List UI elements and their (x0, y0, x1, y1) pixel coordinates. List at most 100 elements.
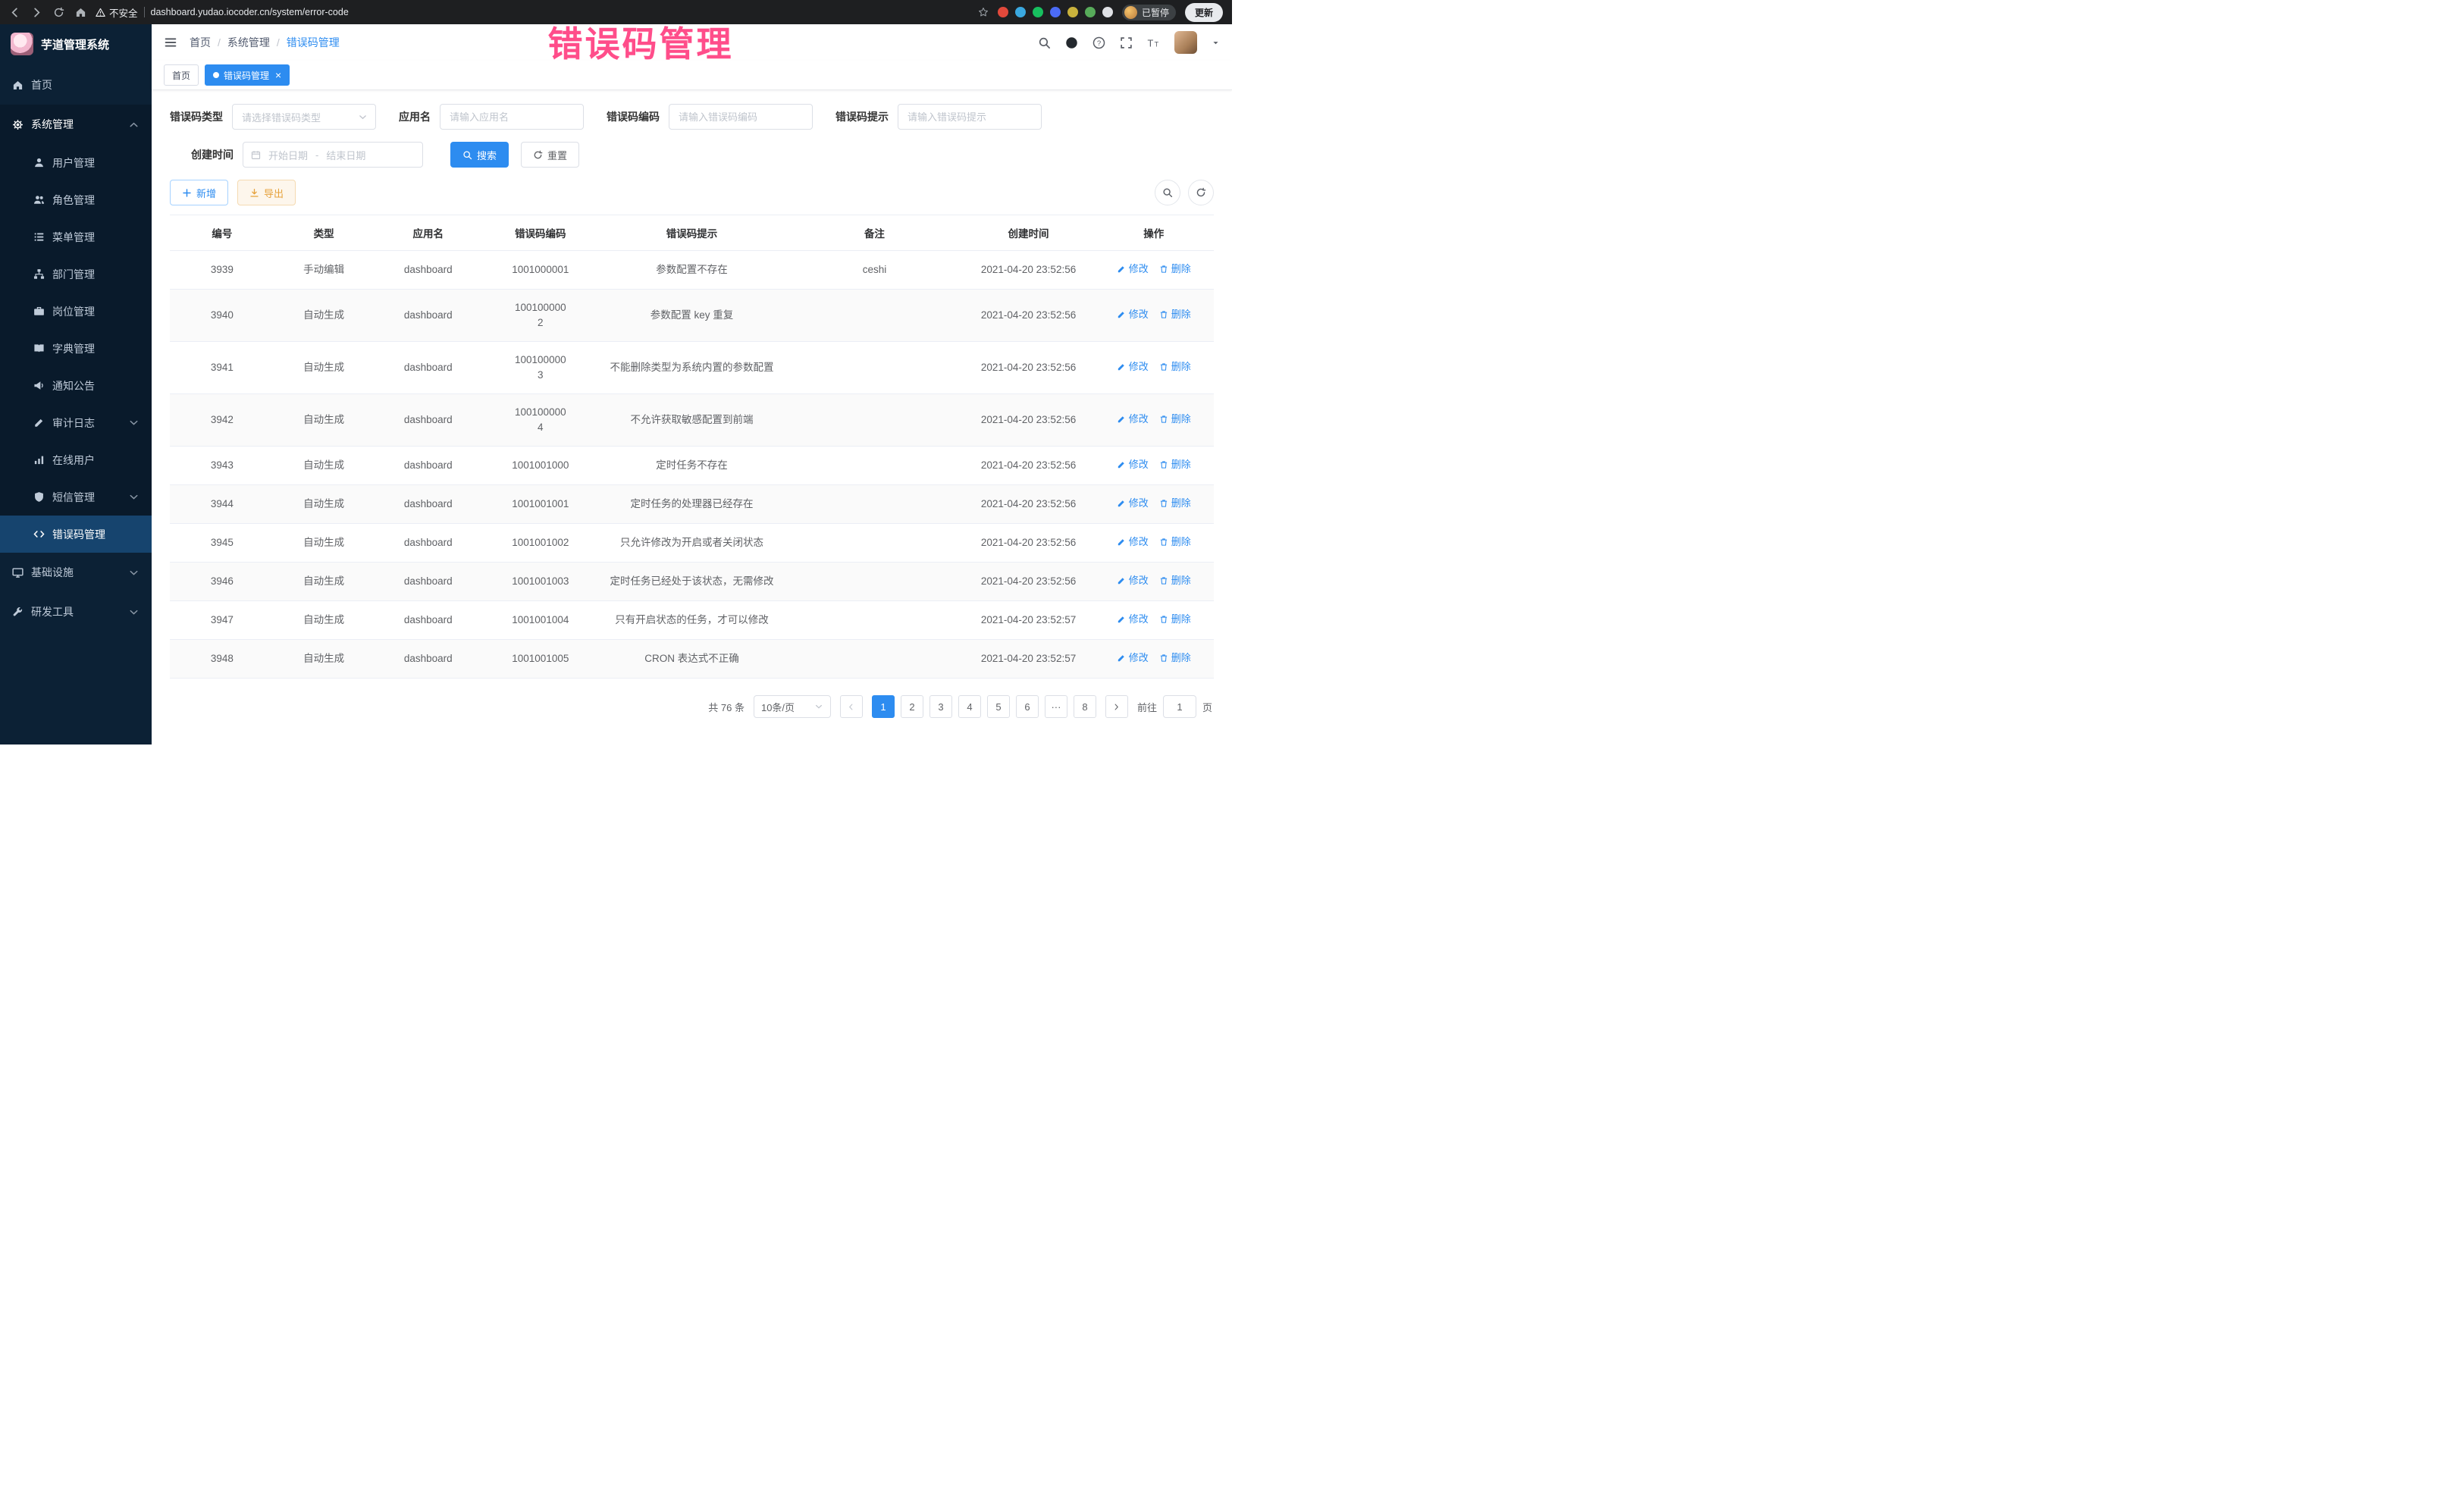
sidebar-item-home[interactable]: 首页 (0, 65, 152, 105)
delete-link[interactable]: 删除 (1159, 307, 1191, 322)
delete-link[interactable]: 删除 (1159, 534, 1191, 550)
delete-link[interactable]: 删除 (1159, 612, 1191, 627)
cell-remark (785, 447, 963, 485)
fullscreen-icon[interactable] (1120, 36, 1133, 49)
next-page-button[interactable] (1105, 695, 1128, 718)
filter-error-code: 错误码编码 (607, 104, 813, 130)
question-icon[interactable]: ? (1092, 36, 1105, 49)
sidebar-item-dept[interactable]: 部门管理 (0, 255, 152, 293)
page-button-2[interactable]: 2 (901, 695, 923, 718)
page-button-6[interactable]: 6 (1016, 695, 1039, 718)
page-size-select[interactable]: 10条/页 (754, 695, 831, 718)
browser-extension-icon[interactable] (1085, 7, 1096, 17)
browser-extension-icon[interactable] (1033, 7, 1043, 17)
sidebar-item-user[interactable]: 用户管理 (0, 144, 152, 181)
sidebar-item-notice[interactable]: 通知公告 (0, 367, 152, 404)
delete-link[interactable]: 删除 (1159, 650, 1191, 666)
security-warning[interactable]: 不安全 (96, 5, 138, 20)
error-hint-input[interactable] (898, 104, 1042, 130)
sidebar-item-dev-tool[interactable]: 研发工具 (0, 592, 152, 632)
browser-extension-icon[interactable] (1015, 7, 1026, 17)
cell-code: 1001000002 (483, 290, 597, 342)
app-name-input[interactable] (440, 104, 584, 130)
edit-link[interactable]: 修改 (1117, 307, 1149, 322)
breadcrumb-item[interactable]: 系统管理 (227, 35, 270, 50)
page-button-1[interactable]: 1 (872, 695, 895, 718)
delete-link[interactable]: 删除 (1159, 573, 1191, 588)
search-button[interactable]: 搜索 (450, 142, 509, 168)
cell-actions: 修改删除 (1094, 563, 1214, 601)
sidebar-item-post[interactable]: 岗位管理 (0, 293, 152, 330)
sidebar-item-audit-log[interactable]: 审计日志 (0, 404, 152, 441)
edit-link[interactable]: 修改 (1117, 457, 1149, 472)
toggle-search-button[interactable] (1155, 180, 1180, 205)
date-range-picker[interactable]: 开始日期 - 结束日期 (243, 142, 423, 168)
delete-link[interactable]: 删除 (1159, 457, 1191, 472)
browser-home-button[interactable] (75, 7, 86, 18)
prev-page-button[interactable] (840, 695, 863, 718)
tab-error-code[interactable]: 错误码管理× (205, 64, 290, 86)
more-pages-button[interactable]: ··· (1045, 695, 1067, 718)
reload-button[interactable] (53, 7, 64, 18)
pagination: 共 76 条 10条/页 123456···8 前往 (171, 695, 1212, 718)
menu-collapse-button[interactable] (164, 36, 177, 49)
browser-extension-icon[interactable] (1050, 7, 1061, 17)
sidebar-item-role[interactable]: 角色管理 (0, 181, 152, 218)
browser-extension-icon[interactable] (998, 7, 1008, 17)
back-button[interactable] (9, 7, 20, 18)
sidebar-item-online-user[interactable]: 在线用户 (0, 441, 152, 478)
error-type-select[interactable]: 请选择错误码类型 (232, 104, 376, 130)
breadcrumb-item[interactable]: 首页 (190, 35, 211, 50)
delete-link[interactable]: 删除 (1159, 496, 1191, 511)
edit-link[interactable]: 修改 (1117, 534, 1149, 550)
download-icon (249, 188, 259, 198)
chevron-down-icon[interactable] (1212, 39, 1220, 47)
edit-link[interactable]: 修改 (1117, 359, 1149, 375)
cell-type: 自动生成 (274, 394, 374, 447)
sidebar-item-dict[interactable]: 字典管理 (0, 330, 152, 367)
goto-page-input[interactable] (1163, 695, 1196, 718)
add-button[interactable]: 新增 (170, 180, 228, 205)
monitor-icon (12, 567, 24, 578)
forward-button[interactable] (31, 7, 42, 18)
tab-home[interactable]: 首页 (164, 64, 199, 86)
page-button-5[interactable]: 5 (987, 695, 1010, 718)
page-button-3[interactable]: 3 (929, 695, 952, 718)
edit-link[interactable]: 修改 (1117, 612, 1149, 627)
edit-link[interactable]: 修改 (1117, 573, 1149, 588)
edit-icon (1117, 654, 1126, 663)
bookmark-star-icon[interactable] (978, 7, 989, 17)
edit-link[interactable]: 修改 (1117, 496, 1149, 511)
sidebar-item-infra[interactable]: 基础设施 (0, 553, 152, 592)
sidebar-item-error-code[interactable]: 错误码管理 (0, 516, 152, 553)
cell-id: 3947 (170, 601, 274, 640)
delete-link[interactable]: 删除 (1159, 359, 1191, 375)
sidebar-item-sms[interactable]: 短信管理 (0, 478, 152, 516)
browser-extension-icon[interactable] (1067, 7, 1078, 17)
page-button-8[interactable]: 8 (1074, 695, 1096, 718)
profile-chip[interactable]: 已暂停 (1122, 5, 1176, 20)
user-avatar[interactable] (1174, 31, 1197, 54)
refresh-table-button[interactable] (1188, 180, 1214, 205)
edit-link[interactable]: 修改 (1117, 650, 1149, 666)
error-code-input[interactable] (669, 104, 813, 130)
update-button[interactable]: 更新 (1185, 3, 1223, 22)
browser-extension-icon[interactable] (1102, 7, 1113, 17)
delete-link[interactable]: 删除 (1159, 262, 1191, 277)
fontsize-icon[interactable]: TT (1147, 36, 1160, 49)
address-bar[interactable]: 不安全 dashboard.yudao.iocoder.cn/system/er… (96, 5, 989, 20)
reset-button[interactable]: 重置 (521, 142, 579, 168)
github-icon[interactable] (1065, 36, 1078, 49)
sidebar-item-menu[interactable]: 菜单管理 (0, 218, 152, 255)
delete-link[interactable]: 删除 (1159, 412, 1191, 427)
edit-link[interactable]: 修改 (1117, 262, 1149, 277)
cell-remark (785, 524, 963, 563)
export-button[interactable]: 导出 (237, 180, 296, 205)
app-logo[interactable]: 芋道管理系统 (0, 24, 152, 64)
close-icon[interactable]: × (275, 70, 281, 80)
edit-link[interactable]: 修改 (1117, 412, 1149, 427)
sidebar-item-system[interactable]: 系统管理 (0, 105, 152, 144)
search-icon[interactable] (1038, 36, 1051, 49)
start-date-placeholder: 开始日期 (268, 148, 308, 162)
page-button-4[interactable]: 4 (958, 695, 981, 718)
